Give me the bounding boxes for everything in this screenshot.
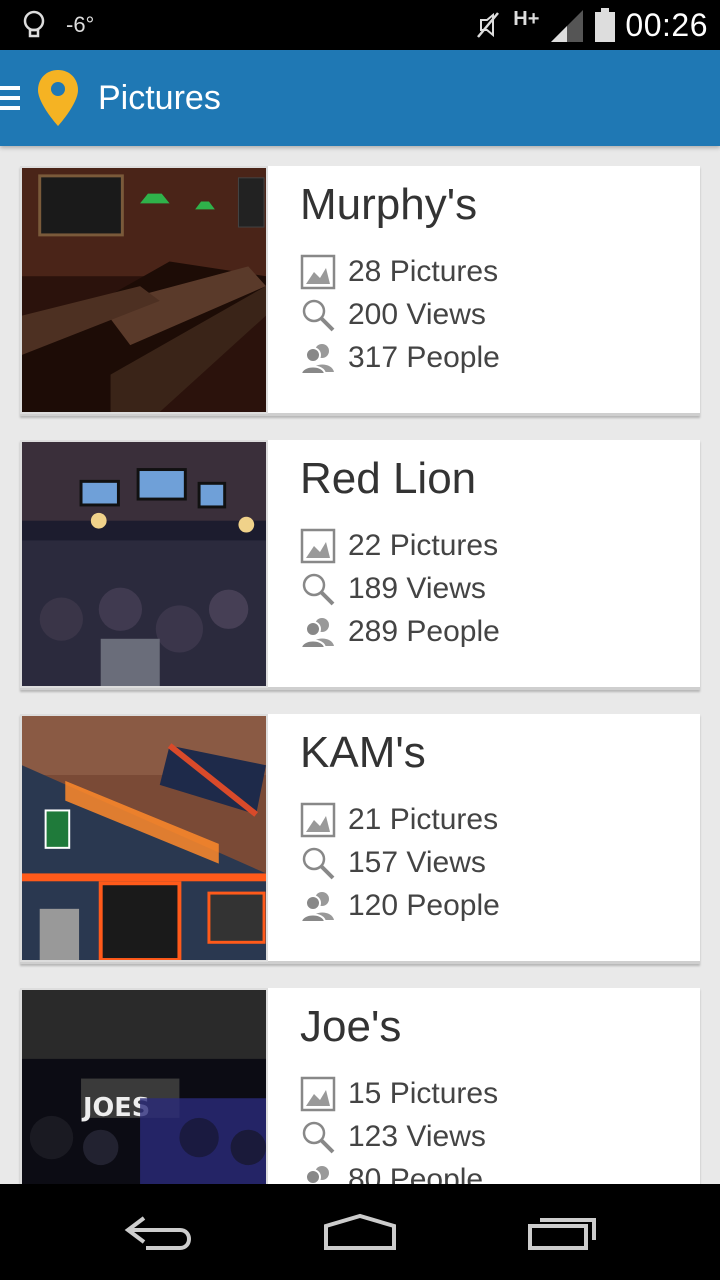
venue-photo (20, 166, 268, 414)
venue-name: Red Lion (300, 454, 477, 503)
venue-card[interactable]: Murphy's 28 Pictures 200 Views 317 Peopl… (20, 166, 700, 416)
people-stat: 317 People (300, 336, 500, 379)
venue-card[interactable]: Red Lion 22 Pictures 189 Views 289 Peopl… (20, 440, 700, 690)
venue-name: KAM's (300, 728, 426, 777)
pictures-stat: 22 Pictures (300, 524, 500, 567)
pictures-stat: 28 Pictures (300, 250, 500, 293)
temperature-text: -6° (66, 12, 95, 37)
status-bar: -6° H+ 00:26 (0, 0, 720, 50)
people-icon (300, 617, 334, 649)
image-icon (300, 802, 336, 837)
magnifier-icon (302, 847, 335, 879)
people-count: 317 People (348, 340, 500, 374)
menu-icon[interactable] (0, 86, 22, 110)
pictures-count: 15 Pictures (348, 1076, 499, 1110)
clock-text: 00:26 (625, 6, 708, 43)
pictures-count: 22 Pictures (348, 528, 499, 562)
people-icon (300, 891, 334, 923)
venue-photo (20, 440, 268, 688)
pictures-stat: 15 Pictures (300, 1072, 498, 1115)
views-stat: 123 Views (300, 1115, 498, 1158)
venue-photo (20, 714, 268, 962)
views-count: 189 Views (348, 571, 486, 605)
people-count: 80 People (348, 1162, 484, 1185)
people-count: 120 People (348, 888, 500, 922)
image-icon (300, 254, 336, 289)
pictures-stat: 21 Pictures (300, 798, 500, 841)
magnifier-icon (302, 299, 335, 331)
views-count: 123 Views (348, 1119, 486, 1153)
image-icon (300, 1076, 336, 1111)
magnifier-icon (302, 573, 335, 605)
signal-icon (551, 10, 584, 42)
svg-text:JOES: JOES (81, 1093, 150, 1123)
pictures-count: 28 Pictures (348, 254, 499, 288)
battery-icon (595, 8, 616, 42)
venue-card[interactable]: JOES Joe's 15 Pictures 123 Views 80 Peop… (20, 988, 700, 1184)
people-stat: 289 People (300, 610, 500, 653)
app-bar: Pictures (0, 50, 720, 146)
back-icon[interactable] (124, 1212, 196, 1252)
views-count: 200 Views (348, 297, 486, 331)
network-type-text: H+ (513, 7, 540, 30)
recent-apps-icon[interactable] (526, 1212, 598, 1252)
magnifier-icon (302, 1121, 335, 1153)
people-icon (305, 1165, 329, 1184)
mute-icon (477, 12, 500, 38)
people-icon (300, 343, 334, 375)
people-stat: 120 People (300, 884, 500, 927)
location-pin-icon[interactable] (36, 68, 80, 128)
venue-name: Murphy's (300, 180, 478, 229)
venue-photo: JOES (20, 988, 268, 1184)
venue-card[interactable]: KAM's 21 Pictures 157 Views 120 People (20, 714, 700, 964)
views-stat: 157 Views (300, 841, 500, 884)
page-title: Pictures (98, 78, 221, 117)
image-icon (300, 528, 336, 563)
pictures-count: 21 Pictures (348, 802, 499, 836)
views-stat: 189 Views (300, 567, 500, 610)
home-icon[interactable] (322, 1212, 398, 1252)
views-stat: 200 Views (300, 293, 500, 336)
people-stat: 80 People (300, 1158, 498, 1184)
lightbulb-icon (23, 10, 45, 38)
views-count: 157 Views (348, 845, 486, 879)
venue-name: Joe's (300, 1002, 402, 1051)
navigation-bar (0, 1184, 720, 1280)
people-count: 289 People (348, 614, 500, 648)
venue-list[interactable]: Murphy's 28 Pictures 200 Views 317 Peopl… (0, 146, 720, 1184)
